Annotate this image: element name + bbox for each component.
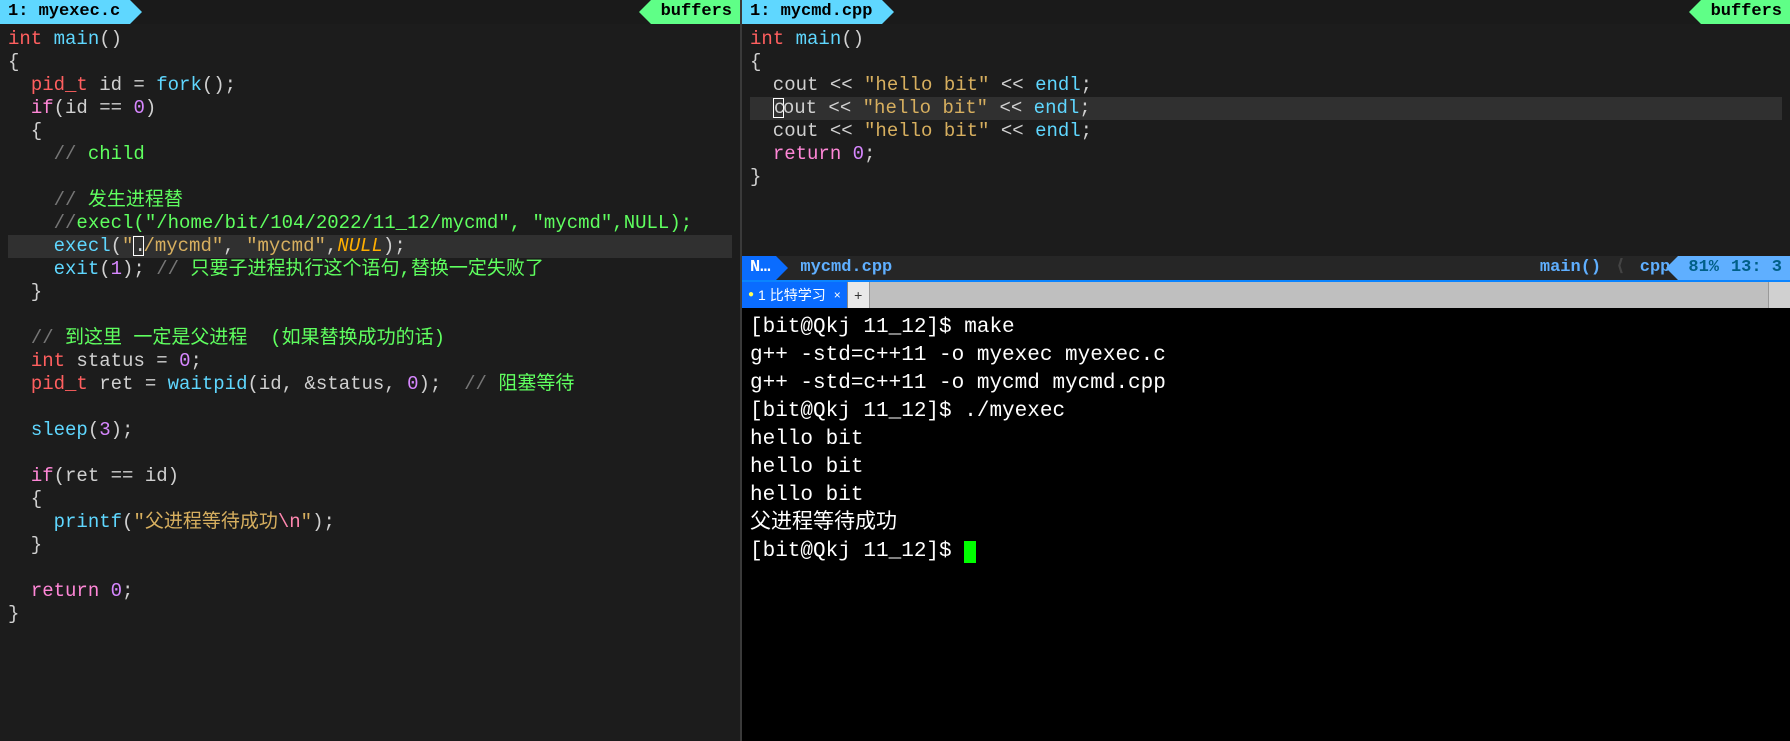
code-line: cout << "hello bit" << endl; — [750, 120, 1782, 143]
code-line: { — [8, 120, 732, 143]
status-line-right: N… mycmd.cpp main() ⟨ cpp 81% 13: 3 — [742, 256, 1790, 280]
code-line: cout << "hello bit" << endl; — [750, 97, 1782, 120]
code-line: } — [8, 603, 732, 626]
code-area-left[interactable]: int main(){ pid_t id = fork(); if(id == … — [0, 24, 740, 741]
buffer-bar-left: 1: myexec.c buffers — [0, 0, 740, 24]
terminal-output[interactable]: [bit@Qkj 11_12]$ makeg++ -std=c++11 -o m… — [742, 308, 1790, 572]
code-line: } — [8, 534, 732, 557]
code-line: return 0; — [8, 580, 732, 603]
editor-pane-left: 1: myexec.c buffers int main(){ pid_t id… — [0, 0, 742, 741]
buffers-label-right[interactable]: buffers — [1701, 0, 1790, 24]
tab-scroll-indicator — [1768, 282, 1790, 308]
buffer-tab-myexec[interactable]: 1: myexec.c — [0, 0, 130, 24]
terminal-line: hello bit — [750, 426, 1782, 454]
terminal-tab-name: 1 比特学习 — [758, 286, 826, 305]
terminal-line: [bit@Qkj 11_12]$ — [750, 538, 1782, 566]
status-func-lang: main() ⟨ cpp — [1540, 257, 1678, 280]
code-line: sleep(3); — [8, 419, 732, 442]
code-line — [8, 442, 732, 465]
tab-indicator-icon: ● — [748, 288, 754, 302]
code-area-right[interactable]: int main(){ cout << "hello bit" << endl;… — [742, 24, 1790, 256]
terminal-pane: ● 1 比特学习 × + [bit@Qkj 11_12]$ makeg++ -s… — [742, 280, 1790, 741]
editor-pane-right: 1: mycmd.cpp buffers int main(){ cout <<… — [742, 0, 1790, 280]
code-line: cout << "hello bit" << endl; — [750, 74, 1782, 97]
terminal-line: [bit@Qkj 11_12]$ ./myexec — [750, 398, 1782, 426]
code-line — [8, 166, 732, 189]
code-line: execl("./mycmd", "mycmd",NULL); — [8, 235, 732, 258]
code-line: if(id == 0) — [8, 97, 732, 120]
code-line: return 0; — [750, 143, 1782, 166]
buffers-label-left[interactable]: buffers — [651, 0, 740, 24]
close-icon[interactable]: × — [834, 287, 841, 303]
terminal-line: hello bit — [750, 454, 1782, 482]
code-line: // 发生进程替 — [8, 189, 732, 212]
terminal-tab-active[interactable]: ● 1 比特学习 × — [742, 282, 848, 308]
code-line: { — [750, 51, 1782, 74]
code-line: { — [8, 51, 732, 74]
terminal-line: g++ -std=c++11 -o myexec myexec.c — [750, 342, 1782, 370]
code-line: int main() — [750, 28, 1782, 51]
code-line: pid_t id = fork(); — [8, 74, 732, 97]
buffer-bar-right: 1: mycmd.cpp buffers — [742, 0, 1790, 24]
code-line: // child — [8, 143, 732, 166]
right-pane: 1: mycmd.cpp buffers int main(){ cout <<… — [742, 0, 1790, 741]
code-line — [8, 304, 732, 327]
code-line: // 到这里 一定是父进程 (如果替换成功的话) — [8, 327, 732, 350]
terminal-line: 父进程等待成功 — [750, 510, 1782, 538]
terminal-line: g++ -std=c++11 -o mycmd mycmd.cpp — [750, 370, 1782, 398]
terminal-line: [bit@Qkj 11_12]$ make — [750, 314, 1782, 342]
status-mode: N… — [742, 256, 776, 280]
code-line: printf("父进程等待成功\n"); — [8, 511, 732, 534]
code-line: exit(1); // 只要子进程执行这个语句,替换一定失败了 — [8, 258, 732, 281]
code-line: int main() — [8, 28, 732, 51]
terminal-cursor-icon — [964, 541, 976, 563]
add-tab-button[interactable]: + — [848, 282, 870, 308]
terminal-line: hello bit — [750, 482, 1782, 510]
code-line — [8, 396, 732, 419]
code-line: } — [8, 281, 732, 304]
code-line: int status = 0; — [8, 350, 732, 373]
code-line: { — [8, 488, 732, 511]
code-line: if(ret == id) — [8, 465, 732, 488]
code-line: } — [750, 166, 1782, 189]
terminal-tabbar: ● 1 比特学习 × + — [742, 282, 1790, 308]
code-line — [8, 557, 732, 580]
code-line: pid_t ret = waitpid(id, &status, 0); // … — [8, 373, 732, 396]
status-filename: mycmd.cpp — [776, 257, 1539, 280]
buffer-tab-mycmd[interactable]: 1: mycmd.cpp — [742, 0, 882, 24]
code-line: //execl("/home/bit/104/2022/11_12/mycmd"… — [8, 212, 732, 235]
status-position: 81% 13: 3 — [1678, 256, 1790, 280]
